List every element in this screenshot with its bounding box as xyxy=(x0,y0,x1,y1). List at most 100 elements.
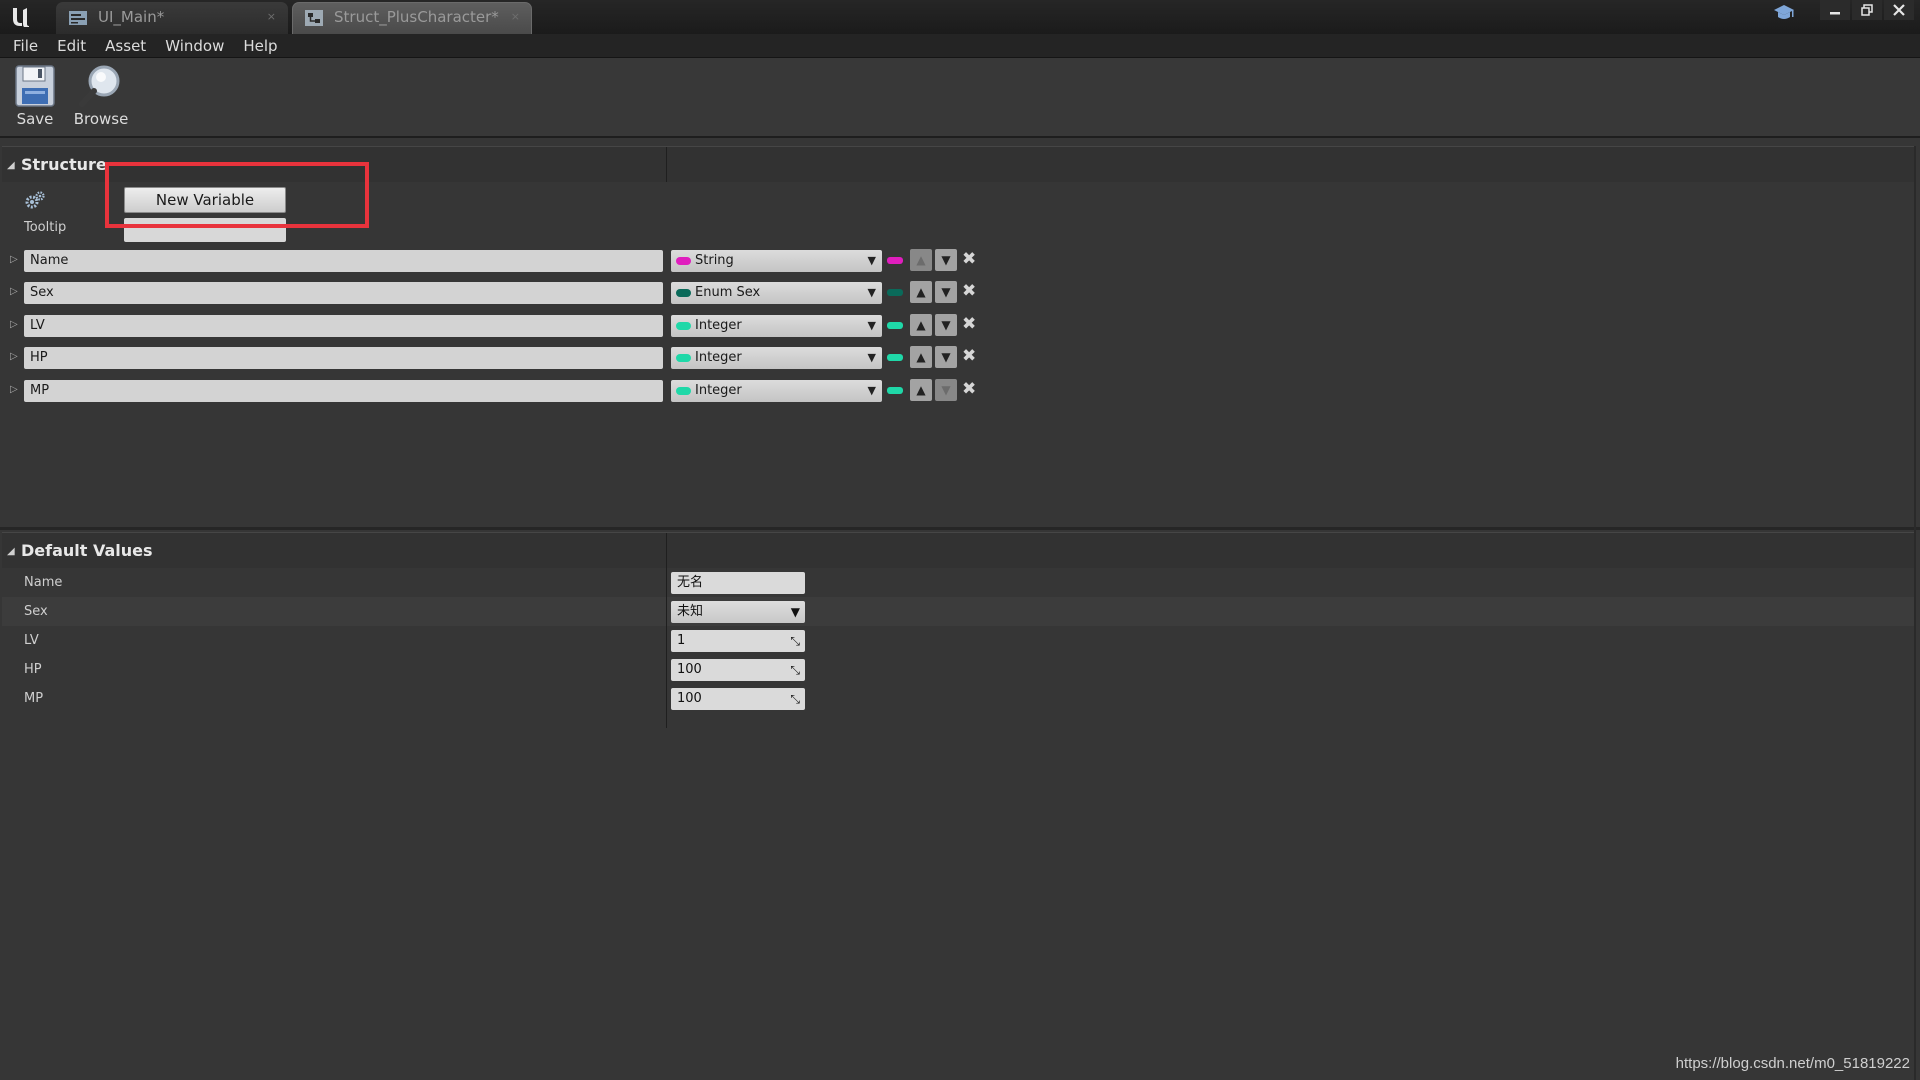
expand-arrow-icon[interactable]: ▷ xyxy=(10,286,18,297)
drag-resize-icon[interactable]: ⤡ xyxy=(790,688,800,710)
variable-type-label: Integer xyxy=(695,383,742,398)
remove-icon[interactable]: ✖ xyxy=(962,249,976,269)
menu-window[interactable]: Window xyxy=(158,37,236,55)
default-label: LV xyxy=(24,633,39,648)
variable-type-dropdown[interactable]: Integer ▼ xyxy=(671,315,882,337)
default-value: 1 xyxy=(677,633,686,648)
variable-name-field[interactable]: Sex xyxy=(24,282,663,304)
default-label: Name xyxy=(24,575,63,590)
variable-name-field[interactable]: MP xyxy=(24,380,663,402)
remove-icon[interactable]: ✖ xyxy=(962,346,976,366)
move-up-button[interactable]: ▲ xyxy=(910,379,932,401)
column-splitter[interactable] xyxy=(666,533,667,569)
close-icon[interactable]: × xyxy=(267,2,276,32)
menu-asset[interactable]: Asset xyxy=(98,37,158,55)
move-up-button[interactable]: ▲ xyxy=(910,346,932,368)
move-down-button[interactable]: ▼ xyxy=(935,346,957,368)
chevron-down-icon: ▼ xyxy=(790,605,800,619)
collapse-arrow-icon[interactable]: ◢ xyxy=(7,160,15,171)
drag-resize-icon[interactable]: ⤡ xyxy=(790,659,800,681)
variable-row-lv: ▷ LV Integer ▼ ▲ ▼ ✖ xyxy=(0,313,1000,339)
panel-splitter[interactable] xyxy=(0,527,1920,530)
chevron-down-icon: ▼ xyxy=(867,384,876,397)
move-up-button[interactable]: ▲ xyxy=(910,314,932,336)
move-down-button[interactable]: ▼ xyxy=(935,249,957,271)
floppy-disk-icon xyxy=(15,65,55,107)
save-button[interactable]: Save xyxy=(0,64,70,136)
tab-label: UI_Main* xyxy=(98,8,165,26)
tab-ui-main[interactable]: UI_Main* × xyxy=(56,2,288,34)
type-pill-icon xyxy=(676,289,691,297)
close-icon[interactable] xyxy=(1884,0,1914,20)
move-down-button[interactable]: ▼ xyxy=(935,379,957,401)
variable-name-field[interactable]: HP xyxy=(24,347,663,369)
move-down-button[interactable]: ▼ xyxy=(935,314,957,336)
menu-file[interactable]: File xyxy=(6,37,50,55)
default-row-sex: Sex 未知 ▼ xyxy=(2,597,1914,626)
remove-icon[interactable]: ✖ xyxy=(962,314,976,334)
save-label: Save xyxy=(16,110,54,128)
move-down-button[interactable]: ▼ xyxy=(935,281,957,303)
container-type-icon[interactable] xyxy=(887,289,903,296)
move-up-button[interactable]: ▲ xyxy=(910,249,932,271)
variable-type-dropdown[interactable]: Enum Sex ▼ xyxy=(671,282,882,304)
default-values-header[interactable]: ◢ Default Values xyxy=(2,532,1914,569)
column-splitter[interactable] xyxy=(666,147,667,183)
default-value: 100 xyxy=(677,691,702,706)
default-value: 无名 xyxy=(677,575,704,590)
browse-label: Browse xyxy=(73,110,129,128)
variable-type-dropdown[interactable]: String ▼ xyxy=(671,250,882,272)
gears-icon[interactable] xyxy=(24,190,46,210)
tab-label: Struct_PlusCharacter* xyxy=(334,8,499,26)
variable-row-name: ▷ Name String ▼ ▲ ▼ ✖ xyxy=(0,248,1000,274)
default-row-mp: MP 100 ⤡ xyxy=(2,684,1914,713)
variable-type-dropdown[interactable]: Integer ▼ xyxy=(671,380,882,402)
menu-edit[interactable]: Edit xyxy=(50,37,98,55)
browse-button[interactable]: Browse xyxy=(66,64,136,136)
type-pill-icon xyxy=(676,387,691,395)
default-row-hp: HP 100 ⤡ xyxy=(2,655,1914,684)
watermark-text: https://blog.csdn.net/m0_51819222 xyxy=(1675,1055,1910,1072)
structure-title: Structure xyxy=(21,155,107,174)
default-name-input[interactable]: 无名 xyxy=(671,572,805,594)
variable-type-label: String xyxy=(695,253,734,268)
column-splitter[interactable] xyxy=(666,568,667,728)
expand-arrow-icon[interactable]: ▷ xyxy=(10,319,18,330)
chevron-down-icon: ▼ xyxy=(867,286,876,299)
default-value: 100 xyxy=(677,662,702,677)
drag-resize-icon[interactable]: ⤡ xyxy=(790,630,800,652)
restore-icon[interactable] xyxy=(1852,0,1882,20)
remove-icon[interactable]: ✖ xyxy=(962,281,976,301)
variable-type-label: Integer xyxy=(695,318,742,333)
variable-type-dropdown[interactable]: Integer ▼ xyxy=(671,347,882,369)
variable-name-field[interactable]: LV xyxy=(24,315,663,337)
tooltip-label: Tooltip xyxy=(24,220,67,235)
toolbar: Save Browse xyxy=(0,58,1920,138)
remove-icon[interactable]: ✖ xyxy=(962,379,976,399)
variable-name-field[interactable]: Name xyxy=(24,250,663,272)
variable-type-label: Integer xyxy=(695,350,742,365)
unreal-logo-icon[interactable] xyxy=(6,2,36,32)
variable-row-mp: ▷ MP Integer ▼ ▲ ▼ ✖ xyxy=(0,378,1000,404)
container-type-icon[interactable] xyxy=(887,322,903,329)
minimize-icon[interactable] xyxy=(1820,0,1850,20)
expand-arrow-icon[interactable]: ▷ xyxy=(10,351,18,362)
move-up-button[interactable]: ▲ xyxy=(910,281,932,303)
default-mp-spinbox[interactable]: 100 ⤡ xyxy=(671,688,805,710)
default-row-lv: LV 1 ⤡ xyxy=(2,626,1914,655)
container-type-icon[interactable] xyxy=(887,257,903,264)
default-sex-dropdown[interactable]: 未知 ▼ xyxy=(671,601,805,623)
scrollbar[interactable] xyxy=(1914,146,1916,1080)
menu-bar: File Edit Asset Window Help xyxy=(0,34,1920,58)
expand-arrow-icon[interactable]: ▷ xyxy=(10,254,18,265)
default-hp-spinbox[interactable]: 100 ⤡ xyxy=(671,659,805,681)
collapse-arrow-icon[interactable]: ◢ xyxy=(7,546,15,557)
container-type-icon[interactable] xyxy=(887,354,903,361)
close-icon[interactable]: × xyxy=(511,2,520,32)
tab-struct-plus-character[interactable]: Struct_PlusCharacter* × xyxy=(292,2,532,34)
default-lv-spinbox[interactable]: 1 ⤡ xyxy=(671,630,805,652)
expand-arrow-icon[interactable]: ▷ xyxy=(10,384,18,395)
menu-help[interactable]: Help xyxy=(236,37,289,55)
container-type-icon[interactable] xyxy=(887,387,903,394)
graduation-cap-icon[interactable] xyxy=(1773,4,1795,22)
